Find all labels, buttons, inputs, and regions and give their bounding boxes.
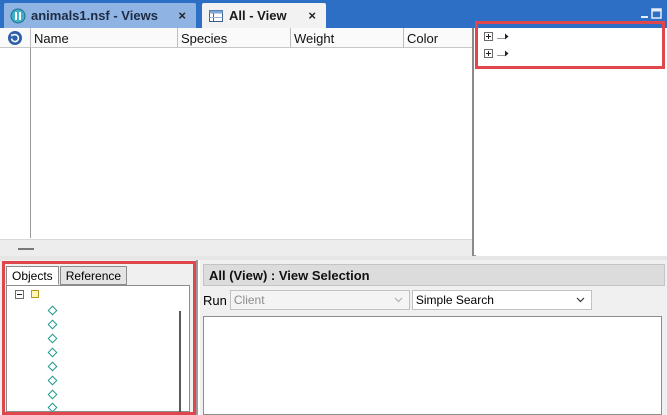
programmer-pane: All (View) : View Selection Run Client S…	[200, 260, 667, 415]
run-target-select[interactable]: Client	[229, 290, 410, 310]
tab-all-view[interactable]: All - View ×	[202, 3, 326, 28]
close-icon[interactable]: ×	[304, 8, 320, 23]
column-header-color[interactable]: Color	[404, 28, 472, 48]
run-target-value: Client	[233, 293, 265, 307]
highlight-objects-box	[2, 261, 196, 415]
chevron-down-icon	[576, 297, 585, 303]
chevron-down-icon	[394, 297, 403, 303]
tab-label: animals1.nsf - Views	[31, 8, 158, 23]
column-arrow-icon	[497, 33, 509, 39]
view-status-strip	[0, 239, 472, 256]
view-icon	[208, 8, 224, 24]
tab-animals-views[interactable]: animals1.nsf - Views ×	[4, 3, 196, 28]
tab-label: All - View	[229, 8, 287, 23]
run-label: Run	[203, 292, 227, 308]
search-type-select[interactable]: Simple Search	[411, 290, 592, 310]
refresh-button[interactable]	[0, 28, 31, 48]
column-arrow-icon	[497, 50, 509, 56]
column-header-name[interactable]: Name	[31, 28, 178, 48]
expand-icon[interactable]	[484, 31, 493, 41]
run-row: Run Client Simple Search	[203, 290, 592, 310]
view-margin-divider	[30, 48, 31, 238]
refresh-icon	[8, 31, 22, 45]
outline-item[interactable]	[484, 46, 509, 60]
splitter-handle-icon[interactable]	[18, 248, 34, 250]
column-header-weight[interactable]: Weight	[291, 28, 404, 48]
column-header-row: Name Species Weight Color	[0, 28, 472, 48]
column-header-species[interactable]: Species	[178, 28, 291, 48]
close-icon[interactable]: ×	[174, 8, 190, 23]
view-column-grid[interactable]: Name Species Weight Color	[0, 28, 474, 256]
formula-editor[interactable]	[203, 316, 662, 415]
outline-item[interactable]	[484, 29, 509, 43]
expand-icon[interactable]	[484, 48, 493, 58]
search-type-value: Simple Search	[415, 293, 494, 307]
minimize-maximize-icon[interactable]	[639, 7, 663, 21]
database-icon	[10, 8, 26, 24]
programmer-pane-title: All (View) : View Selection	[203, 264, 665, 286]
